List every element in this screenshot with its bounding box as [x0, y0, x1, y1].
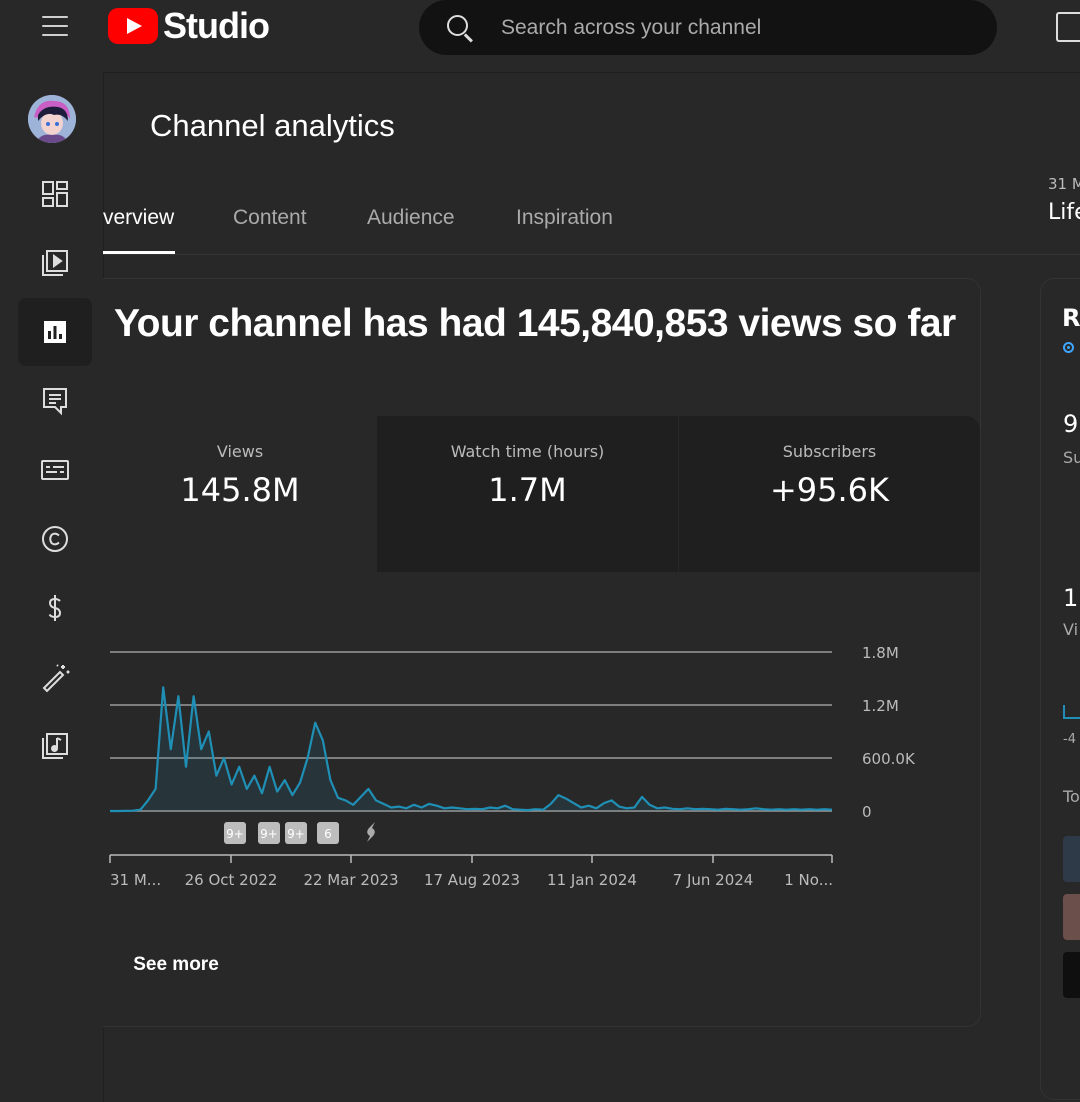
- date-range-value[interactable]: Life: [1048, 200, 1080, 225]
- x-tick-label: 7 Jun 2024: [673, 871, 754, 889]
- metric-watch-time[interactable]: Watch time (hours) 1.7M: [377, 416, 678, 572]
- tab-overview[interactable]: verview: [103, 206, 174, 230]
- metric-label: Watch time (hours): [450, 442, 605, 461]
- tabs-divider: [103, 254, 1080, 255]
- x-tick-label: 1 No...: [784, 871, 833, 889]
- search-icon: [445, 13, 475, 43]
- metric-value: 1.7M: [488, 471, 567, 509]
- x-tick-label: 31 M...: [110, 871, 161, 889]
- analytics-icon: [44, 321, 66, 343]
- y-tick-label: 1.8M: [862, 644, 899, 662]
- video-thumbnail[interactable]: [1063, 952, 1080, 998]
- tab-inspiration[interactable]: Inspiration: [516, 206, 613, 230]
- x-tick-label: 22 Mar 2023: [303, 871, 398, 889]
- realtime-axis-label: -4: [1063, 732, 1076, 747]
- metric-value: +95.6K: [769, 471, 890, 509]
- sidebar-item-audio-library[interactable]: [18, 712, 92, 780]
- metric-views[interactable]: Views 145.8M: [103, 416, 377, 572]
- shorts-icon: [367, 822, 375, 842]
- avatar[interactable]: [28, 95, 76, 143]
- metric-label: Views: [216, 442, 264, 461]
- y-tick-label: 1.2M: [862, 697, 899, 715]
- subtitles-icon: [41, 460, 69, 480]
- views-chart: 1.8M 1.2M 600.0K 0 9+ 9+ 9+ 6 31 M... 26 Oct 2022…: [103, 630, 933, 910]
- tab-content[interactable]: Content: [233, 206, 307, 230]
- magic-wand-icon: [42, 664, 70, 693]
- video-marker-label: 9+: [287, 827, 305, 841]
- tabs: verview Content Audience Inspiration: [103, 190, 1043, 254]
- video-thumbnail[interactable]: [1063, 836, 1080, 882]
- sidebar-item-copyright[interactable]: [18, 505, 92, 573]
- youtube-logo-icon: [108, 8, 158, 44]
- metric-tabs: Views 145.8M Watch time (hours) 1.7M Sub…: [103, 416, 980, 572]
- x-tick-label: 17 Aug 2023: [424, 871, 520, 889]
- sidebar-item-dashboard[interactable]: [18, 160, 92, 228]
- video-thumbnail[interactable]: [1063, 894, 1080, 940]
- sidebar-item-analytics[interactable]: [18, 298, 92, 366]
- video-library-icon: [42, 250, 68, 276]
- menu-icon[interactable]: [38, 12, 72, 40]
- realtime-mini-chart: [1063, 705, 1080, 719]
- sidebar-item-customization[interactable]: [18, 643, 92, 711]
- views-line-chart: 1.8M 1.2M 600.0K 0 9+ 9+ 9+ 6 31 M... 26 Oct 2022…: [109, 644, 916, 889]
- dashboard-icon: [42, 181, 68, 207]
- sidebar-item-comments[interactable]: [18, 367, 92, 435]
- audio-library-icon: [42, 733, 68, 759]
- sidebar-item-subtitles[interactable]: [18, 436, 92, 504]
- see-more-button[interactable]: See more: [110, 938, 242, 992]
- video-marker-label: 6: [324, 827, 332, 841]
- top-bar: Studio Search across your channel: [0, 0, 1080, 73]
- x-tick-label: 26 Oct 2022: [185, 871, 278, 889]
- search-input[interactable]: Search across your channel: [419, 0, 997, 55]
- page-title: Channel analytics: [150, 108, 395, 143]
- tab-audience[interactable]: Audience: [367, 206, 455, 230]
- studio-logo[interactable]: Studio: [108, 4, 270, 48]
- sidebar-item-earn[interactable]: [18, 574, 92, 642]
- metric-label: Subscribers: [782, 442, 877, 461]
- realtime-subscribers-value: 9: [1063, 410, 1079, 438]
- search-placeholder: Search across your channel: [501, 15, 762, 39]
- y-tick-label: 0: [862, 803, 872, 821]
- realtime-views-label: Vi: [1063, 620, 1079, 639]
- metric-value: 145.8M: [180, 471, 300, 509]
- dollar-icon: [48, 595, 62, 621]
- realtime-views-value: 1: [1063, 584, 1079, 612]
- comments-icon: [43, 388, 67, 416]
- metric-subscribers[interactable]: Subscribers +95.6K: [679, 416, 980, 572]
- logo-text: Studio: [163, 5, 270, 46]
- y-tick-label: 600.0K: [862, 750, 916, 768]
- date-range-label[interactable]: 31 M: [1048, 175, 1080, 193]
- video-marker-label: 9+: [260, 827, 278, 841]
- sidebar-item-content[interactable]: [18, 229, 92, 297]
- feedback-icon[interactable]: [1056, 12, 1080, 42]
- sidebar: [0, 72, 104, 1102]
- live-indicator-icon: [1063, 342, 1074, 353]
- copyright-icon: [42, 526, 68, 552]
- series-area: [110, 687, 832, 811]
- views-headline: Your channel has had 145,840,853 views s…: [114, 302, 956, 345]
- realtime-subscribers-label: Su: [1063, 448, 1080, 467]
- video-marker-label: 9+: [226, 827, 244, 841]
- x-tick-label: 11 Jan 2024: [547, 871, 637, 889]
- realtime-heading: R: [1062, 304, 1080, 332]
- top-content-label: To: [1063, 787, 1080, 806]
